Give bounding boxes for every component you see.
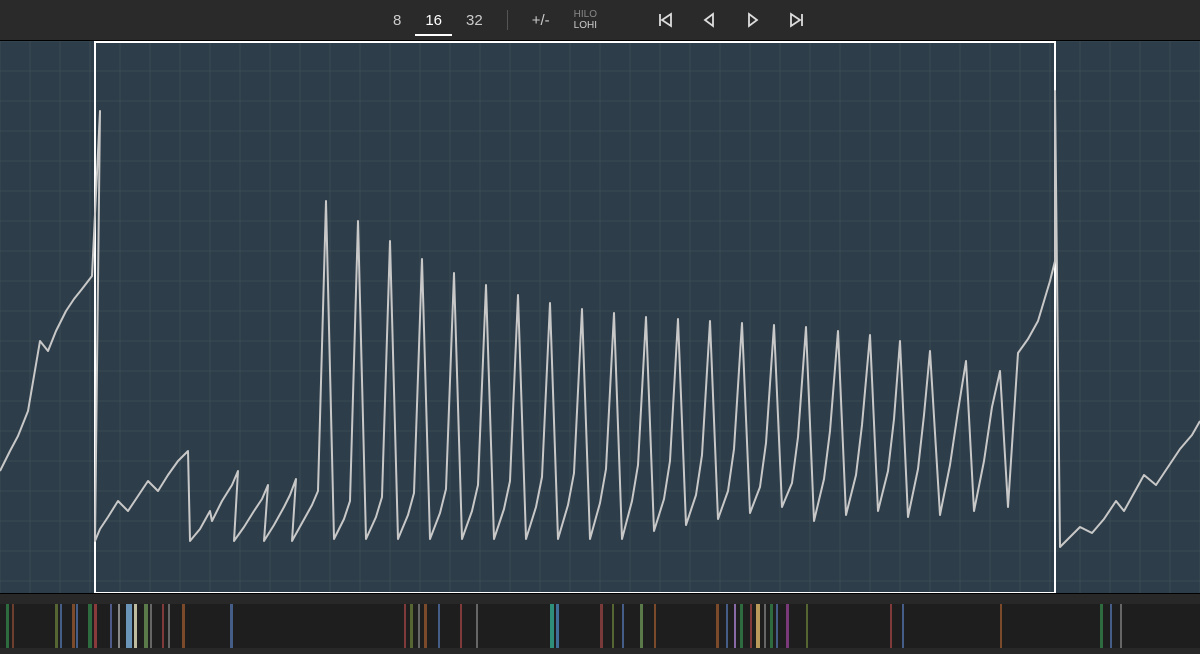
plus-minus-button[interactable]: +/- <box>522 8 560 33</box>
separator <box>507 10 508 30</box>
waveform-viewport[interactable] <box>0 41 1200 594</box>
selection-box <box>95 42 1055 593</box>
waveform-svg <box>0 41 1200 594</box>
timeline-strip[interactable] <box>0 593 1200 654</box>
zoom-16-button[interactable]: 16 <box>415 8 452 33</box>
zoom-32-button[interactable]: 32 <box>456 8 493 33</box>
step-forward-icon[interactable] <box>733 6 773 34</box>
zoom-16-label: 16 <box>425 12 442 29</box>
skip-forward-icon[interactable] <box>777 6 817 34</box>
top-toolbar: 8 16 32 +/- HILO LOHI <box>0 0 1200 41</box>
hilo-bottom-label: LOHI <box>574 20 597 31</box>
hilo-top-label: HILO <box>574 9 597 20</box>
hilo-toggle[interactable]: HILO LOHI <box>564 5 607 35</box>
step-back-icon[interactable] <box>689 6 729 34</box>
skip-back-icon[interactable] <box>645 6 685 34</box>
zoom-8-button[interactable]: 8 <box>383 8 411 33</box>
timeline-track <box>0 604 1200 648</box>
active-underline <box>415 34 452 36</box>
